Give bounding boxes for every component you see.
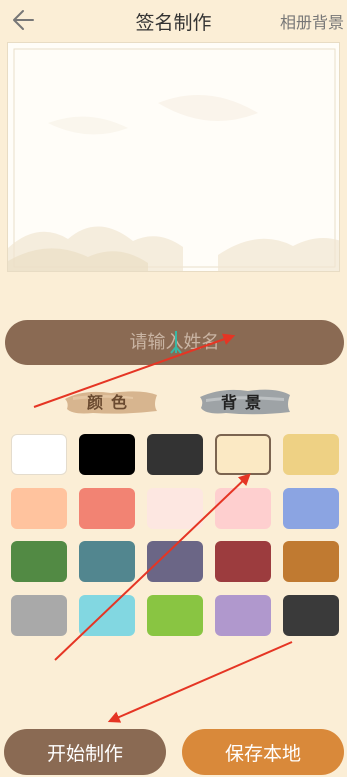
color-swatch[interactable] <box>215 488 271 529</box>
signature-preview <box>7 42 340 272</box>
color-swatch[interactable] <box>147 595 203 636</box>
save-button[interactable]: 保存本地 <box>182 729 344 775</box>
color-swatch[interactable] <box>147 488 203 529</box>
color-swatch[interactable] <box>283 595 339 636</box>
color-swatch[interactable] <box>79 541 135 582</box>
album-background-button[interactable]: 相册背景 <box>280 9 344 33</box>
header: 签名制作 相册背景 <box>0 0 347 40</box>
color-swatch[interactable] <box>79 595 135 636</box>
name-input[interactable] <box>5 320 344 365</box>
color-swatch[interactable] <box>147 541 203 582</box>
color-swatch[interactable] <box>79 434 135 475</box>
color-swatch[interactable] <box>11 595 67 636</box>
color-swatch[interactable] <box>79 488 135 529</box>
color-swatch[interactable] <box>11 541 67 582</box>
color-swatch[interactable] <box>215 541 271 582</box>
tab-color[interactable]: 颜色 <box>63 385 159 417</box>
color-swatch[interactable] <box>283 488 339 529</box>
color-swatch[interactable] <box>283 434 339 475</box>
tab-background[interactable]: 背景 <box>198 385 292 417</box>
color-swatch[interactable] <box>215 595 271 636</box>
color-swatch[interactable] <box>147 434 203 475</box>
color-swatch[interactable] <box>283 541 339 582</box>
color-swatch[interactable] <box>11 434 67 475</box>
color-swatch[interactable] <box>215 434 271 475</box>
annotation-arrow-start <box>107 641 293 723</box>
app-screen: 签名制作 相册背景 颜色 背景 开始制作 保存本地 <box>0 0 347 777</box>
color-swatch[interactable] <box>11 488 67 529</box>
start-button[interactable]: 开始制作 <box>4 729 166 775</box>
tab-background-label: 背景 <box>220 393 269 412</box>
landscape-background-image <box>8 48 339 271</box>
tab-color-label: 颜色 <box>86 393 135 412</box>
